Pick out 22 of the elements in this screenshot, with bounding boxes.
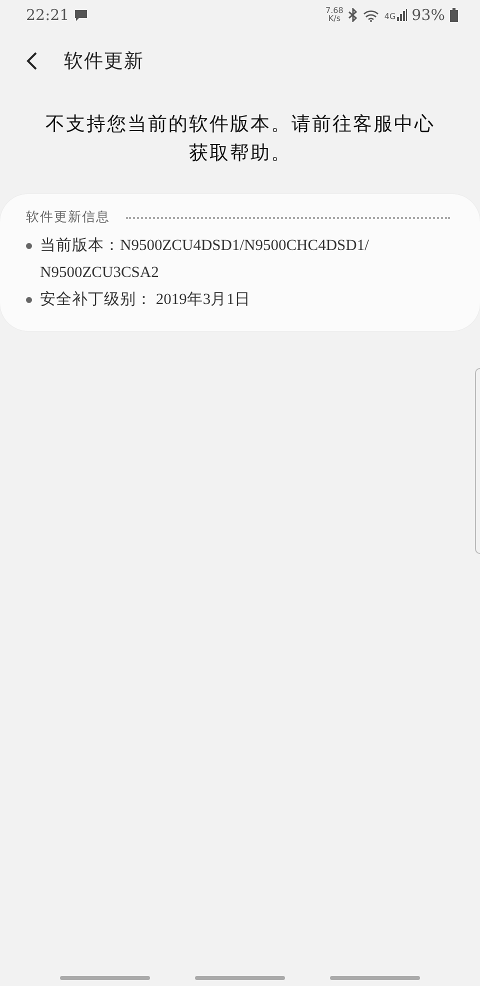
network-speed-unit: K/s [328, 15, 340, 23]
network-speed: 7.68 [326, 7, 344, 15]
network-type: 4G [384, 12, 396, 21]
edge-panel-handle[interactable] [475, 368, 480, 554]
status-time: 22:21 [26, 6, 70, 24]
battery-icon [450, 8, 458, 22]
nav-hint[interactable] [60, 976, 150, 980]
bullet-icon [26, 243, 32, 249]
page-title: 软件更新 [64, 49, 144, 74]
info-text: 安全补丁级别： 2019年3月1日 [40, 290, 252, 310]
wifi-icon [363, 8, 380, 22]
card-title: 软件更新信息 [26, 209, 110, 226]
message-icon [74, 8, 88, 22]
nav-hint[interactable] [330, 976, 420, 980]
unsupported-message: 不支持您当前的软件版本。请前往客服中心获取帮助。 [44, 112, 436, 166]
bluetooth-icon [348, 8, 358, 22]
back-icon [26, 52, 38, 70]
bullet-icon [26, 297, 32, 303]
signal-icon [396, 9, 407, 21]
info-text: 当前版本：N9500ZCU4DSD1/N9500CHC4DSD1/N9500ZCU3CSA2 [40, 236, 370, 283]
battery-percentage: 93% [412, 6, 445, 24]
nav-hint[interactable] [195, 976, 285, 980]
